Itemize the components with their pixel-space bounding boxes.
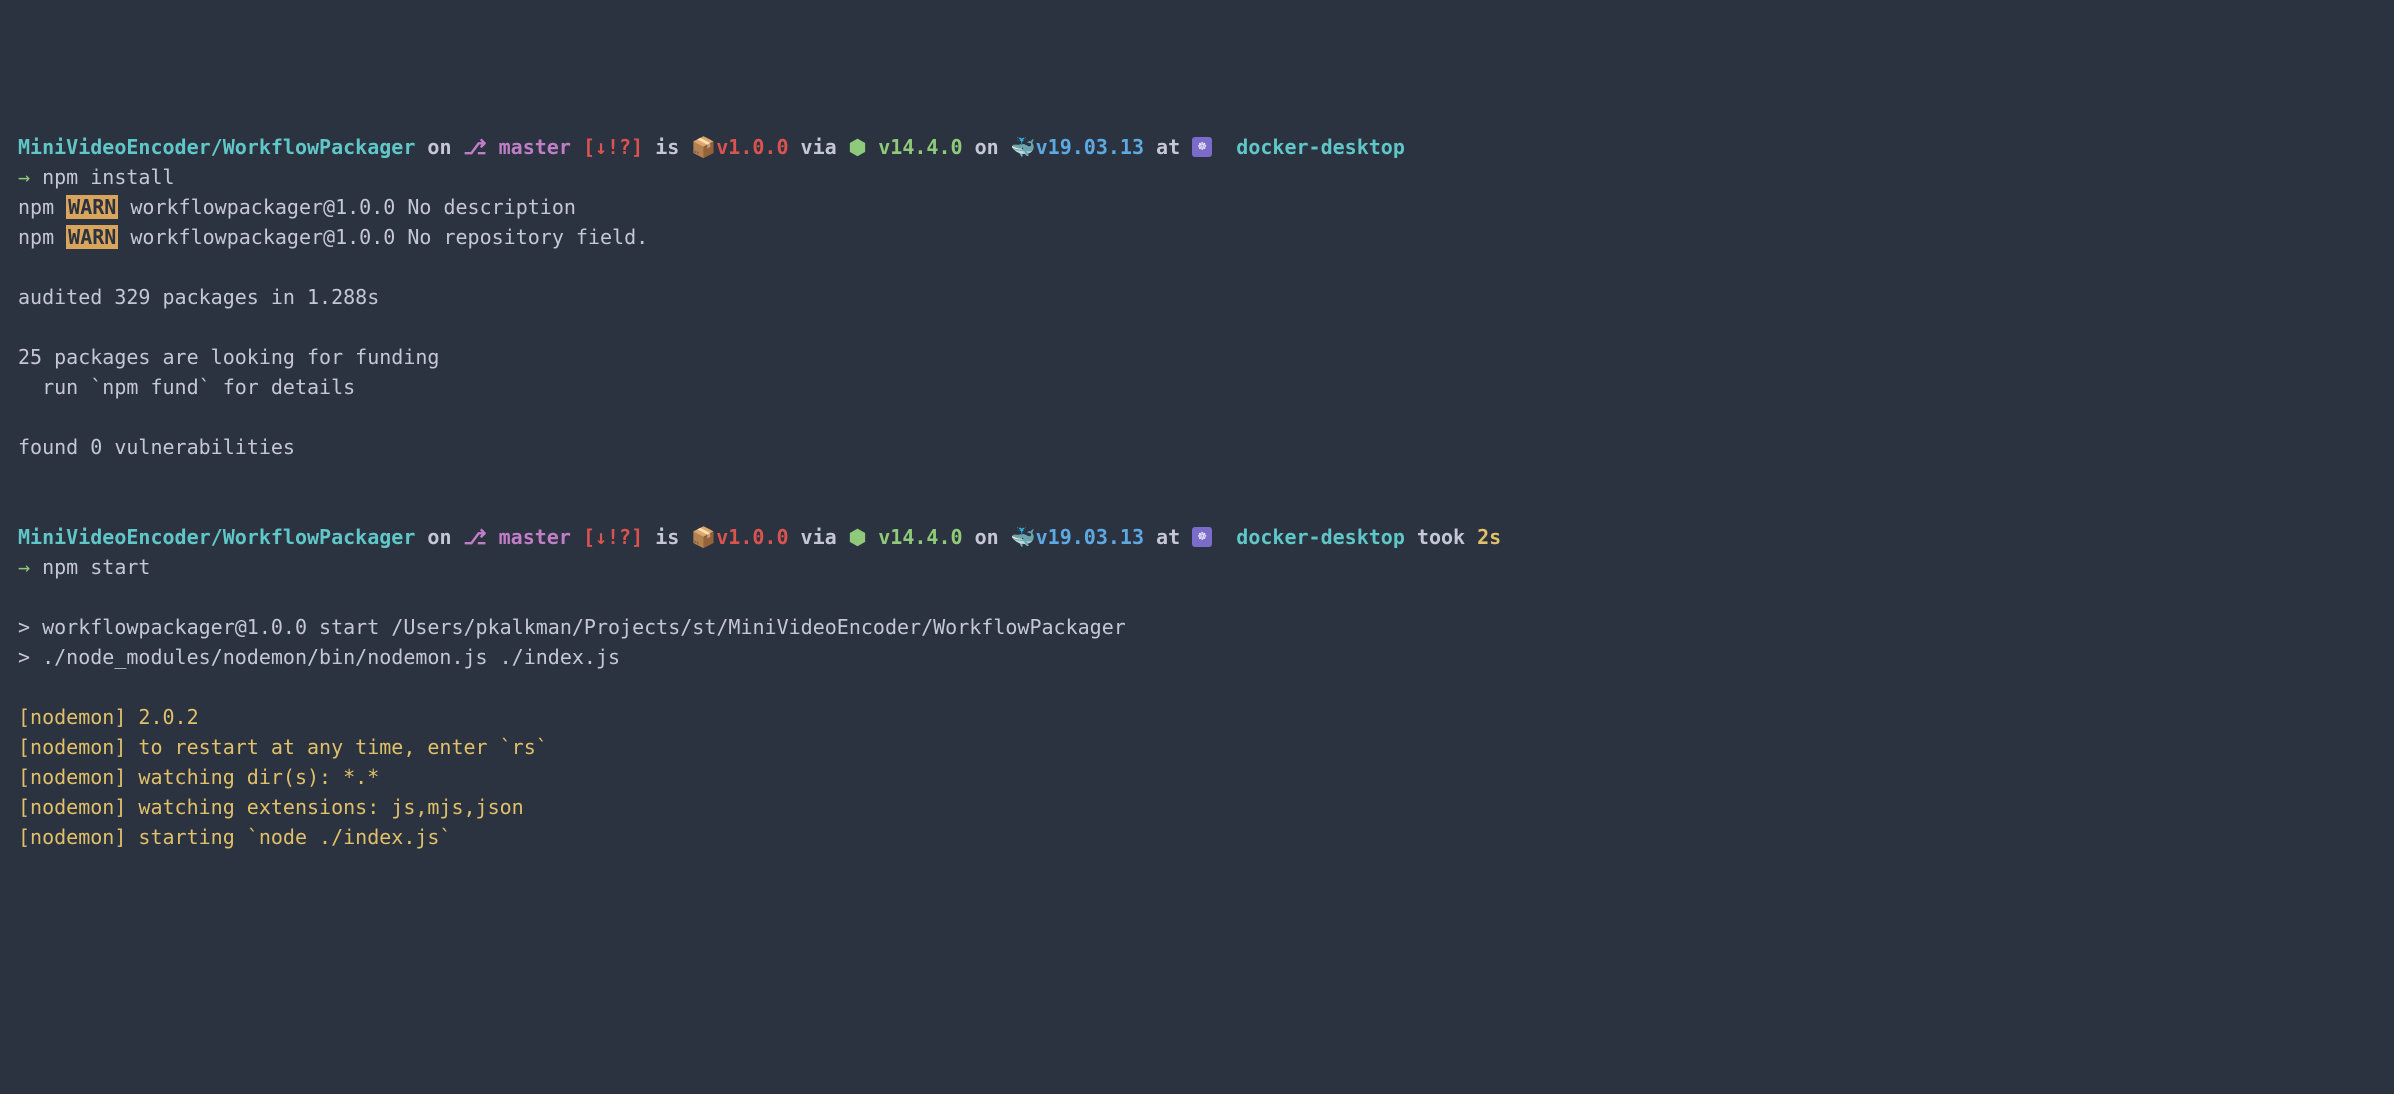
prompt-path: MiniVideoEncoder/WorkflowPackager bbox=[18, 135, 415, 159]
prompt-at: at bbox=[1156, 525, 1180, 549]
command-line-1: → npm install bbox=[18, 165, 175, 189]
nodemon-line-5: [nodemon] starting `node ./index.js` bbox=[18, 825, 451, 849]
prompt-via: via bbox=[801, 135, 837, 159]
npm-start-line-2: > ./node_modules/nodemon/bin/nodemon.js … bbox=[18, 645, 620, 669]
npm-prefix: npm bbox=[18, 225, 54, 249]
prompt-is: is bbox=[655, 525, 679, 549]
prompt-took: took bbox=[1417, 525, 1465, 549]
git-status: [↓!?] bbox=[583, 525, 643, 549]
command-text: npm install bbox=[42, 165, 174, 189]
kubernetes-icon: ☸ bbox=[1192, 527, 1212, 547]
git-branch: master bbox=[499, 135, 571, 159]
node-icon: ⬢ bbox=[849, 135, 866, 159]
git-status: [↓!?] bbox=[583, 135, 643, 159]
vulnerabilities-line: found 0 vulnerabilities bbox=[18, 435, 295, 459]
warn-text: workflowpackager@1.0.0 No description bbox=[118, 195, 576, 219]
kubernetes-icon: ☸ bbox=[1192, 137, 1212, 157]
npm-start-line-1: > workflowpackager@1.0.0 start /Users/pk… bbox=[18, 615, 1126, 639]
command-text: npm start bbox=[42, 555, 150, 579]
prompt-via: via bbox=[801, 525, 837, 549]
audit-line: audited 329 packages in 1.288s bbox=[18, 285, 379, 309]
node-icon: ⬢ bbox=[849, 525, 866, 549]
prompt-line-1: MiniVideoEncoder/WorkflowPackager on ⎇ m… bbox=[18, 135, 1405, 159]
prompt-at: at bbox=[1156, 135, 1180, 159]
package-version: v1.0.0 bbox=[716, 135, 788, 159]
prompt-on: on bbox=[427, 525, 451, 549]
git-branch-icon: ⎇ bbox=[464, 135, 487, 159]
prompt-duration: 2s bbox=[1477, 525, 1501, 549]
prompt-is: is bbox=[655, 135, 679, 159]
funding-line-1: 25 packages are looking for funding bbox=[18, 345, 439, 369]
docker-icon: 🐳 bbox=[1011, 525, 1036, 549]
npm-prefix: npm bbox=[18, 195, 54, 219]
warn-badge: WARN bbox=[66, 195, 118, 219]
prompt-on-2: on bbox=[975, 135, 999, 159]
npm-warn-line-1: npm WARN workflowpackager@1.0.0 No descr… bbox=[18, 195, 576, 219]
warn-badge: WARN bbox=[66, 225, 118, 249]
docker-icon: 🐳 bbox=[1011, 135, 1036, 159]
prompt-on-2: on bbox=[975, 525, 999, 549]
prompt-line-2: MiniVideoEncoder/WorkflowPackager on ⎇ m… bbox=[18, 525, 1501, 549]
package-icon: 📦 bbox=[691, 525, 716, 549]
docker-version: v19.03.13 bbox=[1036, 525, 1144, 549]
docker-version: v19.03.13 bbox=[1036, 135, 1144, 159]
terminal-output[interactable]: MiniVideoEncoder/WorkflowPackager on ⎇ m… bbox=[18, 132, 2376, 852]
nodemon-line-4: [nodemon] watching extensions: js,mjs,js… bbox=[18, 795, 524, 819]
funding-line-2: run `npm fund` for details bbox=[18, 375, 355, 399]
warn-text: workflowpackager@1.0.0 No repository fie… bbox=[118, 225, 648, 249]
nodemon-line-2: [nodemon] to restart at any time, enter … bbox=[18, 735, 548, 759]
node-version: v14.4.0 bbox=[878, 135, 962, 159]
git-branch-icon: ⎇ bbox=[464, 525, 487, 549]
nodemon-line-3: [nodemon] watching dir(s): *.* bbox=[18, 765, 379, 789]
k8s-context: docker-desktop bbox=[1236, 525, 1405, 549]
prompt-path: MiniVideoEncoder/WorkflowPackager bbox=[18, 525, 415, 549]
k8s-context: docker-desktop bbox=[1236, 135, 1405, 159]
git-branch: master bbox=[499, 525, 571, 549]
prompt-arrow: → bbox=[18, 555, 30, 579]
npm-warn-line-2: npm WARN workflowpackager@1.0.0 No repos… bbox=[18, 225, 648, 249]
prompt-arrow: → bbox=[18, 165, 30, 189]
prompt-on: on bbox=[427, 135, 451, 159]
command-line-2: → npm start bbox=[18, 555, 150, 579]
package-icon: 📦 bbox=[691, 135, 716, 159]
node-version: v14.4.0 bbox=[878, 525, 962, 549]
package-version: v1.0.0 bbox=[716, 525, 788, 549]
nodemon-line-1: [nodemon] 2.0.2 bbox=[18, 705, 199, 729]
